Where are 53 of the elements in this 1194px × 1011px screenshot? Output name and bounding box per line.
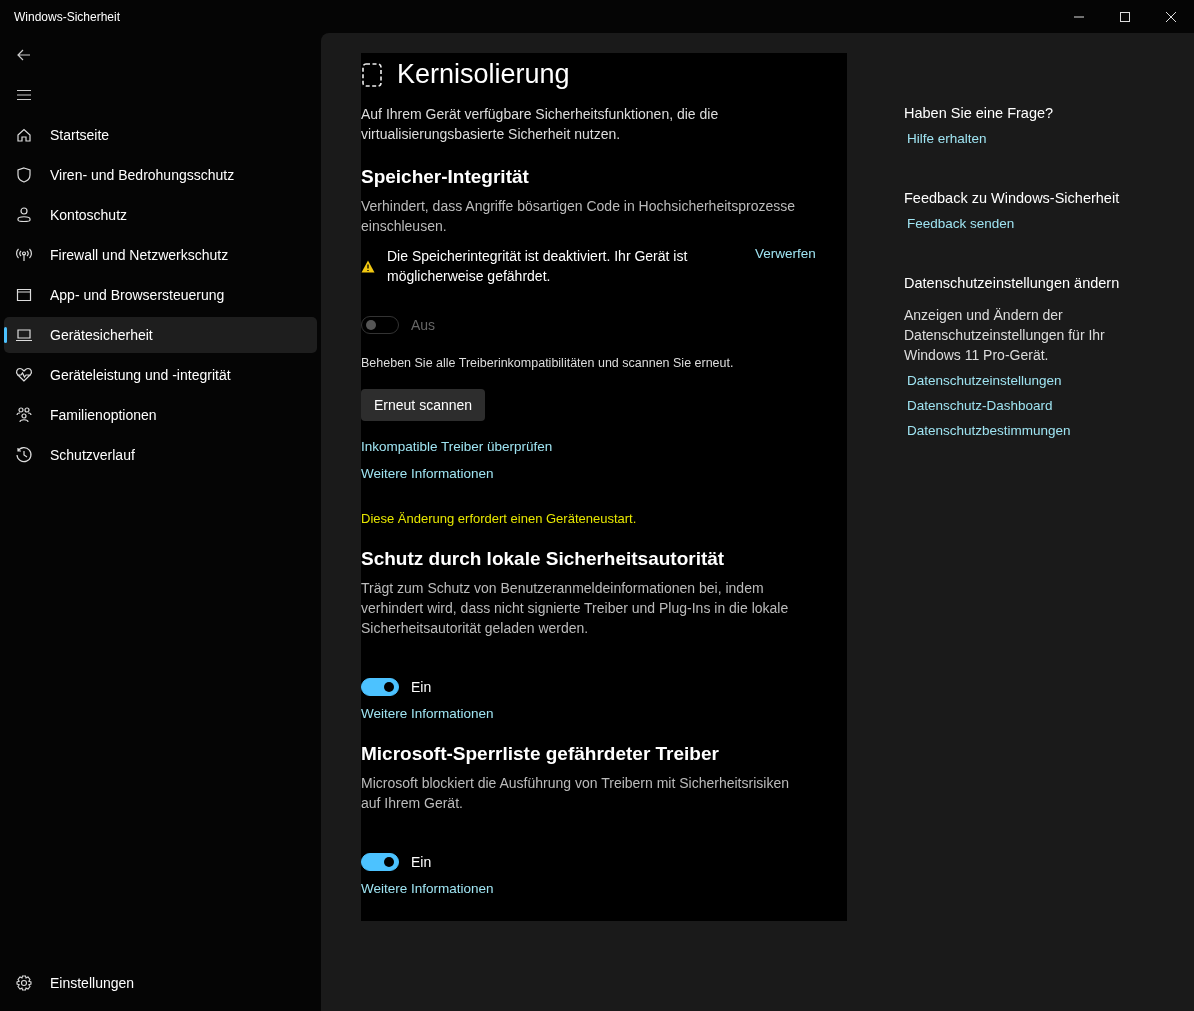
section-heading: Speicher-Integrität [361,166,529,188]
sidebar-item[interactable]: App- und Browsersteuerung [4,277,317,313]
more-info-link[interactable]: Weitere Informationen [361,466,553,481]
section-description: Trägt zum Schutz von Benutzeranmeldeinformationen bei, indem verhindert wird, dass nicht signierte Treiber und Plug-Ins in die lokale Sicherheitsautorität geladen werden. [361,579,790,638]
aside-heading: Datenschutzeinstellungen ändern [904,275,1120,291]
window-title: Windows-Sicherheit [14,9,121,24]
page-intro: Auf Ihrem Gerät verfügbare Sicherheitsfunktionen, die die virtualisierungsbasierte Sicherheit nutzen. [361,105,720,144]
dismiss-link[interactable]: Verwerfen [755,246,816,261]
rescan-button[interactable]: Erneut scannen [361,389,486,421]
shield-icon [14,165,34,185]
settings-item[interactable]: Einstellungen [4,965,317,1001]
more-info-link[interactable]: Weitere Informationen [361,706,494,721]
section-heading: Microsoft-Sperrliste gefährdeter Treiber [361,743,719,765]
sidebar-item[interactable]: Startseite [4,117,317,153]
section-heading: Schutz durch lokale Sicherheitsautorität [361,548,725,570]
toggle-label: Aus [411,317,436,333]
aside-link[interactable]: Datenschutzbestimmungen [904,423,1071,438]
toggle-switch[interactable] [361,853,399,871]
aside-heading: Feedback zu Windows-Sicherheit [904,190,1120,206]
chip-outline-icon [361,61,383,88]
aside-link[interactable]: Hilfe erhalten [904,131,987,146]
section-description: Microsoft blockiert die Ausführung von Treibern mit Sicherheitsrisiken auf Ihrem Gerät. [361,774,790,813]
more-info-link[interactable]: Inkompatible Treiber überprüfen [361,439,553,454]
close-icon [1165,10,1177,23]
aside-link[interactable]: Feedback senden [904,216,1015,231]
person-icon [14,205,34,225]
aside-link[interactable]: Datenschutzeinstellungen [904,373,1062,388]
settings-icon [14,973,34,993]
sidebar-item[interactable]: Viren- und Bedrohungsschutz [4,157,317,193]
back-arrow-icon [16,47,32,63]
section-description: Verhindert, dass Angriffe bösartigen Code in Hochsicherheitsprozesse einschleusen. [361,197,796,236]
maximize-icon [1119,10,1131,23]
aside-link[interactable]: Datenschutz-Dashboard [904,398,1053,413]
more-info-link[interactable]: Weitere Informationen [361,881,494,896]
toggle-switch[interactable] [361,678,399,696]
sidebar-item[interactable]: Schutzverlauf [4,437,317,473]
toggle-label: Ein [411,679,432,695]
hint-text: Beheben Sie alle Treiberinkompatibilitäten und scannen Sie erneut. [361,356,734,370]
sidebar-item[interactable]: Kontoschutz [4,197,317,233]
menu-icon [16,87,32,103]
people-icon [14,405,34,425]
page-title: Kernisolierung [397,59,570,90]
clock-history-icon [14,445,34,465]
aside-heading: Haben Sie eine Frage? [904,105,1054,121]
restart-notice: Diese Änderung erfordert einen Geräteneustart. [361,511,637,526]
sidebar-item[interactable]: Firewall und Netzwerkschutz [4,237,317,273]
minimize-icon [1073,15,1085,18]
sidebar-item[interactable]: Familienoptionen [4,397,317,433]
warning-message: Die Speicherintegrität ist deaktiviert. Ihr Gerät ist möglicherweise gefährdet. [387,247,689,286]
toggle-label: Ein [411,854,432,870]
sidebar-item[interactable]: Gerätesicherheit [4,317,317,353]
sidebar-item[interactable]: Geräteleistung und -integrität [4,357,317,393]
aside-text: Anzeigen und Ändern der Datenschutzeinstellungen für Ihr Windows 11 Pro-Gerät. [904,306,1106,365]
